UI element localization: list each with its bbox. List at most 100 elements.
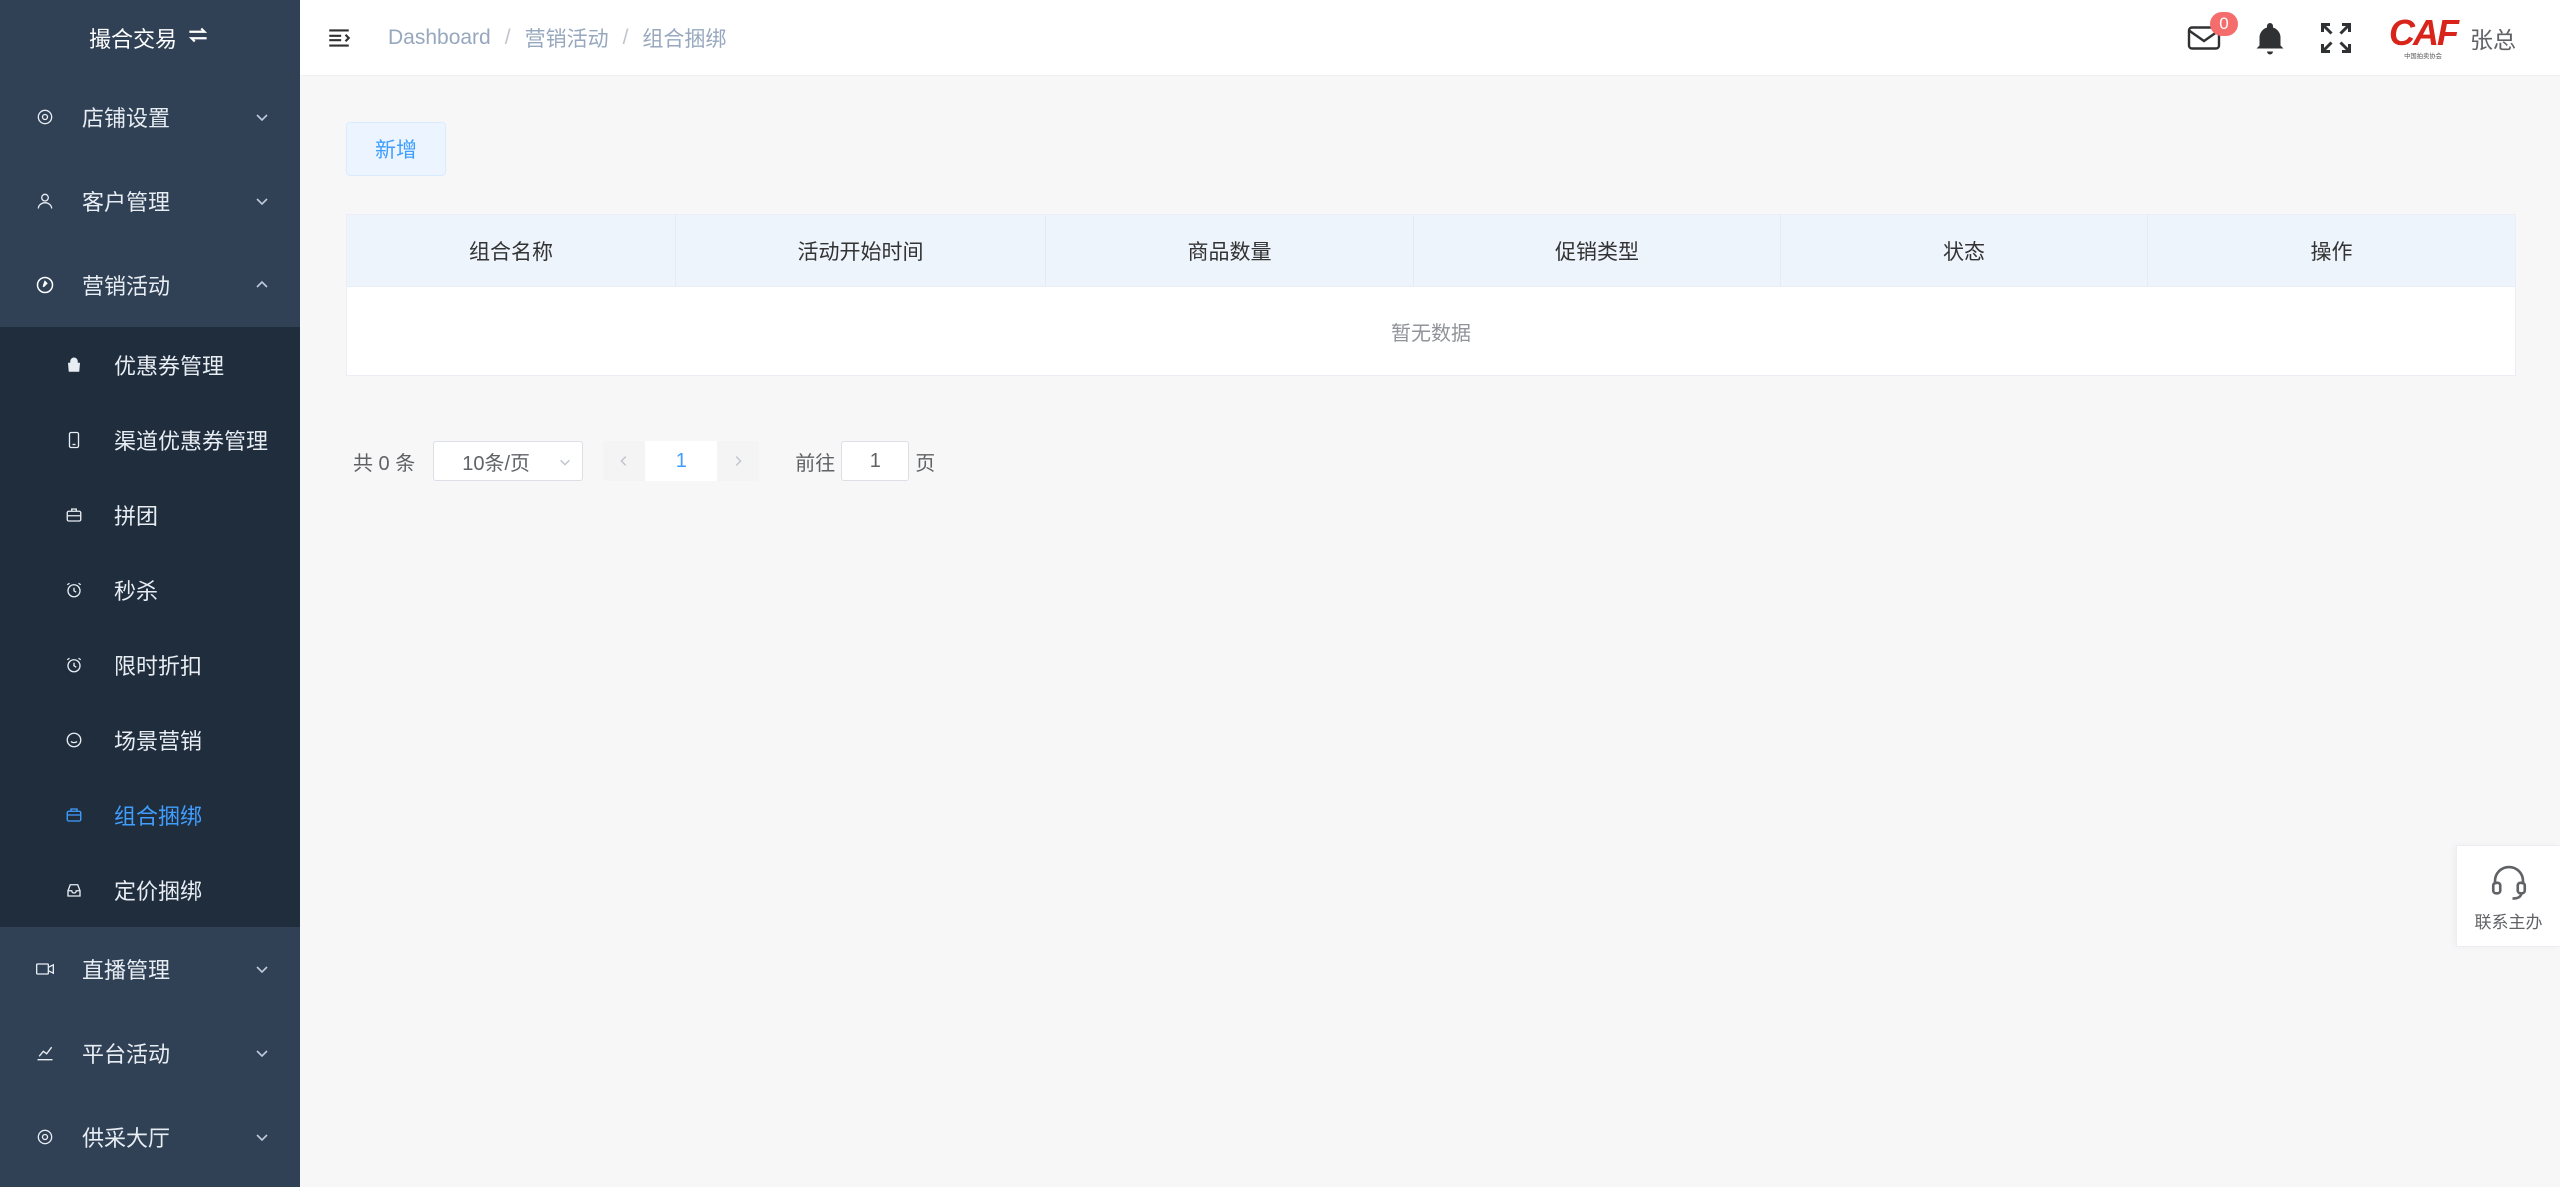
bag-icon — [64, 355, 84, 375]
pager: 1 — [603, 441, 760, 481]
contact-label: 联系主办 — [2474, 912, 2543, 932]
gear-icon — [34, 106, 56, 128]
header-right: 0 CAF 中国拍卖协会 张总 — [2184, 0, 2560, 76]
column-header: 商品数量 — [1046, 215, 1414, 286]
user-icon — [34, 190, 56, 212]
menu-item-label: 店铺设置 — [82, 106, 171, 131]
sidebar-item-label: 限时折扣 — [114, 653, 203, 679]
chevron-down-icon — [560, 459, 571, 466]
menu-item-label: 直播管理 — [82, 958, 171, 983]
table-body: 暂无数据 — [347, 287, 2515, 375]
notification-button[interactable] — [2250, 18, 2290, 58]
page-jump: 前往 页 — [795, 441, 935, 481]
mail-count-badge: 0 — [2210, 12, 2238, 36]
sidebar-item-coupon[interactable]: 优惠券管理 — [0, 327, 300, 402]
top-header: Dashboard / 营销活动 / 组合捆绑 0 CAF 中国拍卖协会 张总 — [300, 0, 2560, 76]
page-number[interactable]: 1 — [645, 441, 718, 481]
bell-icon — [2256, 23, 2284, 55]
pagination-total: 共 0 条 — [353, 452, 416, 475]
logo-text: CAF — [2389, 12, 2459, 53]
menu-item-marketing[interactable]: 营销活动 — [0, 243, 300, 327]
sidebar-item-price-bundle[interactable]: 定价捆绑 — [0, 852, 300, 927]
sidebar-item-channel-coupon[interactable]: 渠道优惠券管理 — [0, 402, 300, 477]
chevron-up-icon — [256, 280, 268, 288]
breadcrumb-separator: / — [622, 25, 629, 49]
table-header: 组合名称 活动开始时间 商品数量 促销类型 状态 操作 — [347, 215, 2515, 287]
goto-page-input[interactable] — [841, 441, 910, 481]
breadcrumb-marketing[interactable]: 营销活动 — [525, 23, 609, 53]
breadcrumb-dashboard[interactable]: Dashboard — [388, 26, 491, 50]
chevron-down-icon — [256, 1134, 268, 1142]
phone-icon — [64, 430, 84, 450]
switch-icon[interactable] — [185, 22, 211, 54]
sidebar-item-label: 场景营销 — [114, 728, 203, 754]
sidebar-title[interactable]: 撮合交易 — [0, 0, 300, 75]
app: 撮合交易 店铺设置 客户管理 营销活动 优惠券管理 渠道优惠券管理 拼团 秒杀 … — [0, 0, 2560, 1187]
sidebar-item-group-buy[interactable]: 拼团 — [0, 477, 300, 552]
goto-label: 前往 — [795, 452, 836, 475]
alarm-icon — [64, 580, 84, 600]
fullscreen-button[interactable] — [2316, 18, 2356, 58]
page-size-value: 10条/页 — [462, 452, 531, 475]
menu-item-label: 平台活动 — [82, 1042, 171, 1067]
page-unit-label: 页 — [915, 452, 936, 475]
breadcrumb-current: 组合捆绑 — [642, 27, 727, 51]
sidebar-item-combo-bundle[interactable]: 组合捆绑 — [0, 777, 300, 852]
chevron-left-icon — [620, 456, 627, 466]
chevron-right-icon — [736, 456, 742, 466]
breadcrumb-separator: / — [504, 25, 511, 49]
sidebar-item-label: 组合捆绑 — [114, 803, 203, 829]
menu-item-store-settings[interactable]: 店铺设置 — [0, 75, 300, 159]
breadcrumb: Dashboard / 营销活动 / 组合捆绑 — [388, 23, 726, 53]
briefcase-icon — [64, 505, 84, 525]
chevron-down-icon — [256, 966, 268, 974]
prev-page-button[interactable] — [603, 441, 645, 481]
fullscreen-icon — [2321, 23, 2351, 53]
column-header: 操作 — [2310, 240, 2353, 264]
tray-icon — [64, 880, 84, 900]
menu-item-customer-management[interactable]: 客户管理 — [0, 159, 300, 243]
contact-organizer-button[interactable]: 联系主办 — [2456, 845, 2560, 947]
chevron-down-icon — [256, 114, 268, 122]
logo-subtext: 中国拍卖协会 — [2404, 53, 2442, 60]
avatar[interactable]: CAF 中国拍卖协会 — [2389, 8, 2459, 68]
menu-item-supply-hall[interactable]: 供采大厅 — [0, 1095, 300, 1179]
username[interactable]: 张总 — [2470, 21, 2516, 55]
chevron-down-icon — [256, 1050, 268, 1058]
compass-icon — [34, 274, 56, 296]
face-icon — [64, 730, 84, 750]
sidebar-item-flash-sale[interactable]: 秒杀 — [0, 552, 300, 627]
chart-icon — [34, 1042, 56, 1064]
sidebar-item-label: 拼团 — [114, 503, 159, 529]
gear-icon — [34, 1126, 56, 1148]
main-content: 新增 组合名称 活动开始时间 商品数量 促销类型 状态 操作 暂无数据 共 0 … — [300, 76, 2560, 1187]
alarm-icon — [64, 655, 84, 675]
box-icon — [64, 805, 84, 825]
data-table: 组合名称 活动开始时间 商品数量 促销类型 状态 操作 暂无数据 — [346, 214, 2516, 376]
video-icon — [34, 958, 56, 980]
column-header: 组合名称 — [347, 215, 676, 286]
menu-item-platform-activity[interactable]: 平台活动 — [0, 1011, 300, 1095]
column-header: 活动开始时间 — [676, 215, 1046, 286]
mail-button[interactable]: 0 — [2184, 12, 2238, 58]
menu-item-label: 供采大厅 — [82, 1126, 171, 1151]
sidebar: 撮合交易 店铺设置 客户管理 营销活动 优惠券管理 渠道优惠券管理 拼团 秒杀 … — [0, 0, 300, 1187]
submenu-marketing: 优惠券管理 渠道优惠券管理 拼团 秒杀 限时折扣 场景营销 组合捆绑 定价捆绑 — [0, 327, 300, 927]
next-page-button[interactable] — [717, 441, 759, 481]
column-header: 促销类型 — [1414, 215, 1781, 286]
sidebar-item-label: 定价捆绑 — [114, 878, 203, 904]
sidebar-item-label: 秒杀 — [114, 578, 159, 604]
sidebar-item-limited-discount[interactable]: 限时折扣 — [0, 627, 300, 702]
page-size-select[interactable]: 10条/页 — [433, 441, 584, 481]
hamburger-icon[interactable] — [326, 25, 352, 51]
empty-text: 暂无数据 — [1391, 322, 1471, 345]
pagination: 共 0 条 10条/页 1 前往 页 — [353, 440, 935, 482]
menu-item-label: 营销活动 — [82, 274, 171, 299]
column-header: 状态 — [1781, 215, 2148, 286]
headset-icon — [2491, 865, 2526, 900]
sidebar-title-text: 撮合交易 — [88, 26, 177, 52]
sidebar-item-scene-marketing[interactable]: 场景营销 — [0, 702, 300, 777]
sidebar-item-label: 渠道优惠券管理 — [114, 428, 269, 454]
add-button[interactable]: 新增 — [346, 122, 446, 176]
menu-item-live-management[interactable]: 直播管理 — [0, 927, 300, 1011]
